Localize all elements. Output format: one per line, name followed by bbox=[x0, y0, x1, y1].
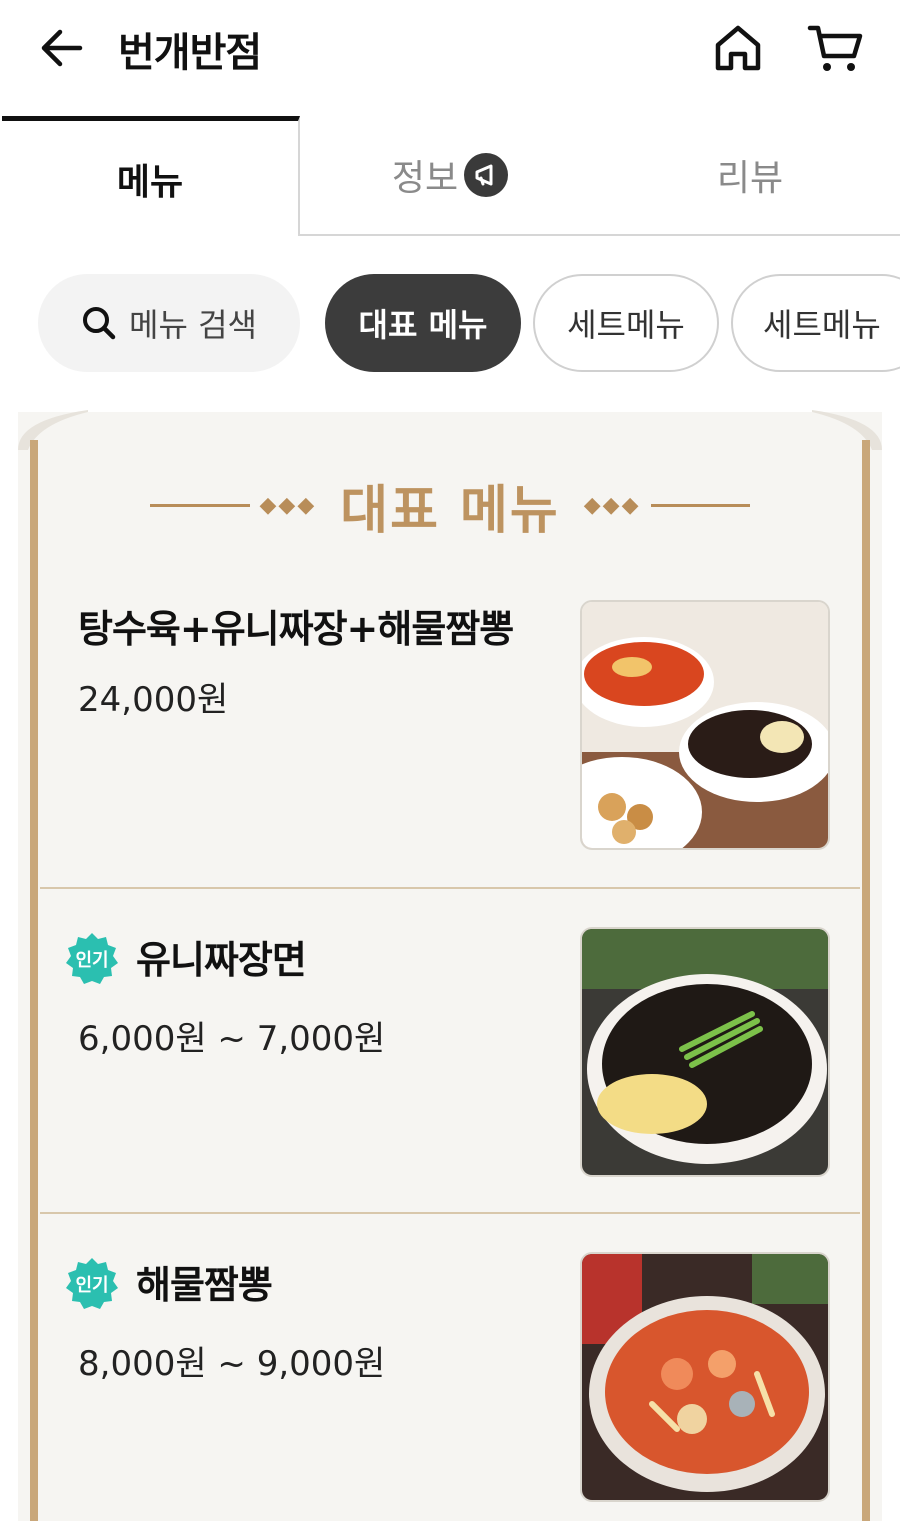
menu-item-price: 6,000원 ~ 7,000원 bbox=[78, 1019, 386, 1059]
chip-set-menu-2[interactable]: 세트메뉴 bbox=[731, 274, 900, 372]
back-arrow-icon bbox=[41, 29, 83, 67]
ornament-line-right bbox=[650, 503, 750, 507]
page-title: 번개반점 bbox=[118, 30, 262, 76]
section-header: ◆◆◆ 대표 메뉴 ◆◆◆ bbox=[150, 470, 750, 541]
popular-badge-label: 인기 bbox=[75, 950, 109, 971]
tab-bar: 메뉴 정보 리뷰 bbox=[0, 116, 900, 236]
menu-item-price: 8,000원 ~ 9,000원 bbox=[78, 1344, 386, 1384]
menu-item[interactable]: 인기 유니짜장면 6,000원 ~ 7,000원 bbox=[40, 887, 860, 1212]
ornament-line-left bbox=[150, 503, 250, 507]
corner-curl-right bbox=[812, 410, 882, 450]
tab-menu-label: 메뉴 bbox=[116, 161, 184, 203]
popular-badge: 인기 bbox=[64, 1256, 120, 1312]
home-button[interactable] bbox=[710, 20, 766, 76]
search-icon bbox=[83, 307, 116, 340]
menu-search-label: 메뉴 검색 bbox=[129, 306, 257, 344]
app-header: 번개반점 bbox=[0, 0, 900, 116]
tab-review-label: 리뷰 bbox=[716, 158, 784, 199]
home-icon bbox=[715, 25, 761, 71]
ornament-dots-right: ◆◆◆ bbox=[583, 492, 641, 518]
jjamppong-photo bbox=[580, 1252, 830, 1502]
menu-item-name: 탕수육+유니짜장+해물짬뽕 bbox=[78, 607, 514, 651]
ornament-dots-left: ◆◆◆ bbox=[259, 492, 317, 518]
chip-set-menu[interactable]: 세트메뉴 bbox=[533, 274, 719, 372]
megaphone-icon bbox=[464, 153, 509, 197]
cart-button[interactable] bbox=[806, 20, 866, 76]
cart-icon bbox=[807, 25, 863, 71]
tab-info[interactable]: 정보 bbox=[300, 116, 600, 236]
menu-item[interactable]: 탕수육+유니짜장+해물짬뽕 24,000원 bbox=[40, 562, 860, 887]
tab-menu[interactable]: 메뉴 bbox=[2, 116, 300, 236]
menu-item-name: 유니짜장면 bbox=[136, 938, 307, 982]
menu-item-name: 해물짬뽕 bbox=[136, 1263, 273, 1307]
board-frame-right bbox=[862, 440, 870, 1521]
category-chips: 메뉴 검색 대표 메뉴 세트메뉴 세트메뉴 bbox=[0, 270, 900, 376]
jjajangmyeon-photo bbox=[580, 927, 830, 1177]
board-frame-left bbox=[30, 440, 38, 1521]
chip-main-menu[interactable]: 대표 메뉴 bbox=[325, 274, 521, 372]
section-title: 대표 메뉴 bbox=[340, 480, 560, 541]
tab-review[interactable]: 리뷰 bbox=[600, 116, 900, 236]
corner-curl-left bbox=[18, 410, 88, 450]
popular-badge: 인기 bbox=[64, 931, 120, 987]
back-button[interactable] bbox=[36, 22, 88, 74]
menu-search-button[interactable]: 메뉴 검색 bbox=[38, 274, 300, 372]
tab-info-label: 정보 bbox=[391, 158, 459, 199]
popular-badge-label: 인기 bbox=[75, 1275, 109, 1296]
menu-item[interactable]: 인기 해물짬뽕 8,000원 ~ 9,000원 bbox=[40, 1212, 860, 1521]
set-dishes-photo bbox=[580, 600, 830, 850]
menu-item-price: 24,000원 bbox=[78, 680, 229, 720]
